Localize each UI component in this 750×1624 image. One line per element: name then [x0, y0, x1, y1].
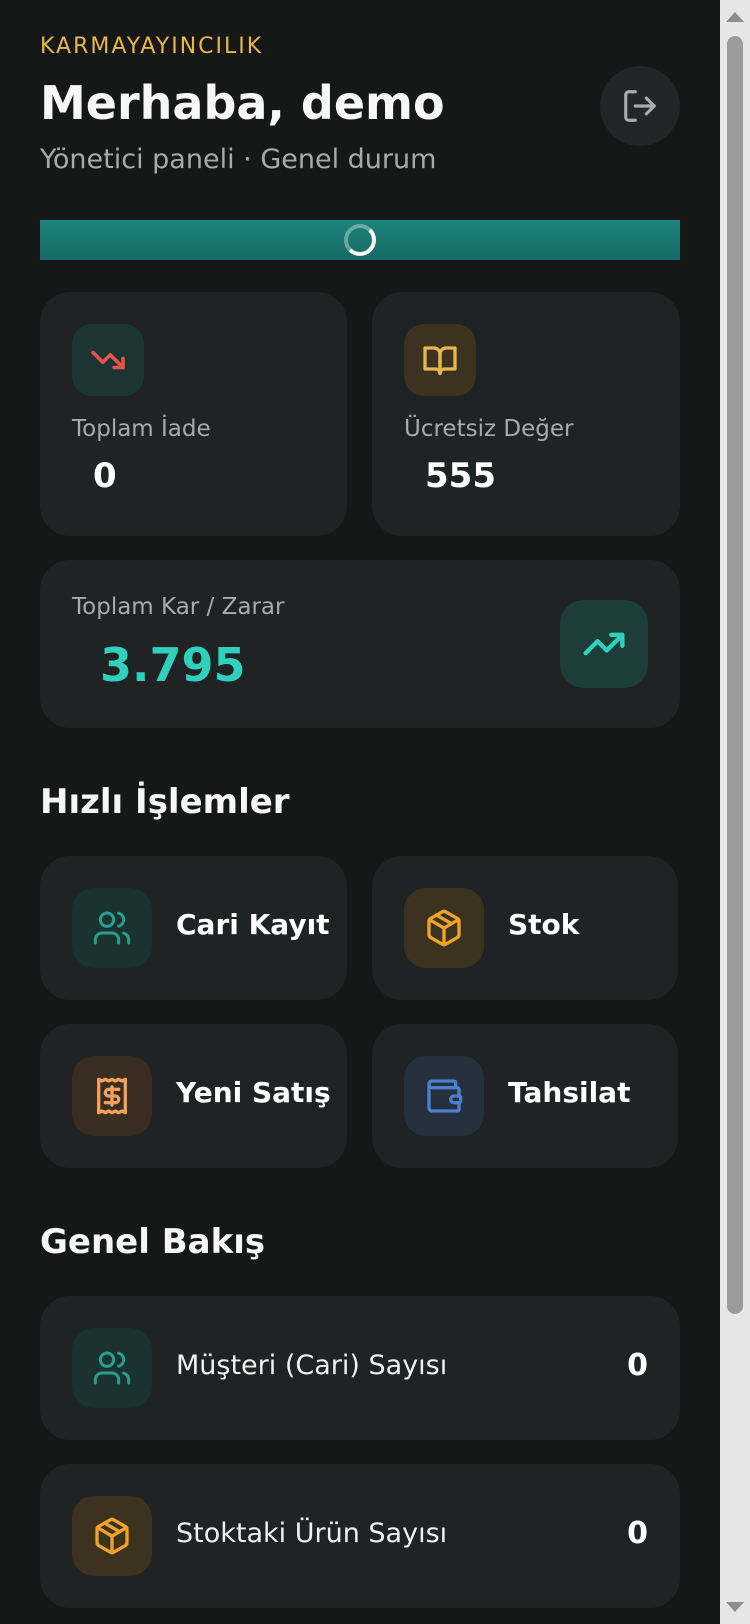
profit-value: 3.795 [100, 638, 246, 692]
profit-label: Toplam Kar / Zarar [72, 594, 285, 620]
action-stok-button[interactable]: Stok [372, 856, 678, 1000]
overview-value: 0 [627, 1516, 648, 1551]
greeting-title: Merhaba, demo [40, 76, 445, 130]
overview-label: Stoktaki Ürün Sayısı [176, 1518, 448, 1549]
scrollbar-thumb[interactable] [727, 36, 743, 1314]
overview-icon-box [72, 1496, 152, 1576]
action-cari-kayit-button[interactable]: Cari Kayıt [40, 856, 347, 1000]
action-icon-box [72, 1056, 152, 1136]
action-icon-box [72, 888, 152, 968]
action-icon-box [404, 1056, 484, 1136]
overview-title: Genel Bakış [40, 1222, 266, 1262]
quick-actions-title: Hızlı İşlemler [40, 782, 290, 822]
overview-icon-box [72, 1328, 152, 1408]
users-icon [93, 911, 131, 945]
brand-name: KARMAYAYINCILIK [40, 34, 264, 59]
trending-up-icon [583, 632, 625, 656]
vertical-scrollbar[interactable] [720, 0, 750, 1624]
action-label: Tahsilat [508, 1076, 631, 1109]
profit-icon-box [560, 600, 648, 688]
open-book-icon [423, 346, 457, 376]
stat-card-total-returns: Toplam İade 0 [40, 292, 347, 536]
logout-icon [624, 90, 656, 122]
action-label: Yeni Satış [176, 1076, 331, 1109]
action-label: Cari Kayıt [176, 908, 330, 941]
scroll-up-arrow-icon[interactable] [726, 12, 744, 22]
profit-loss-card: Toplam Kar / Zarar 3.795 [40, 560, 680, 728]
stat-icon-box [404, 324, 476, 396]
stat-label: Ücretsiz Değer [404, 416, 574, 442]
package-icon [95, 1517, 129, 1555]
stat-label: Toplam İade [72, 416, 211, 442]
action-tahsilat-button[interactable]: Tahsilat [372, 1024, 678, 1168]
wallet-icon [427, 1079, 463, 1113]
loading-spinner-icon [344, 224, 376, 256]
stat-value: 0 [93, 456, 117, 496]
stat-card-free-value: Ücretsiz Değer 555 [372, 292, 680, 536]
receipt-dollar-icon [97, 1077, 128, 1115]
users-icon [93, 1351, 131, 1385]
trending-down-icon [91, 350, 125, 370]
package-icon [427, 909, 461, 947]
scroll-down-arrow-icon[interactable] [726, 1602, 744, 1612]
loading-bar [40, 220, 680, 260]
overview-value: 0 [627, 1348, 648, 1383]
dashboard-page: KARMAYAYINCILIK Merhaba, demo Yönetici p… [0, 0, 750, 1624]
stat-value: 555 [425, 456, 496, 496]
stat-icon-box [72, 324, 144, 396]
overview-label: Müşteri (Cari) Sayısı [176, 1350, 448, 1381]
overview-stock-count: Stoktaki Ürün Sayısı 0 [40, 1464, 680, 1608]
action-icon-box [404, 888, 484, 968]
action-label: Stok [508, 908, 580, 941]
action-yeni-satis-button[interactable]: Yeni Satış [40, 1024, 347, 1168]
overview-customer-count: Müşteri (Cari) Sayısı 0 [40, 1296, 680, 1440]
logout-button[interactable] [600, 66, 680, 146]
page-subtitle: Yönetici paneli · Genel durum [40, 144, 437, 175]
